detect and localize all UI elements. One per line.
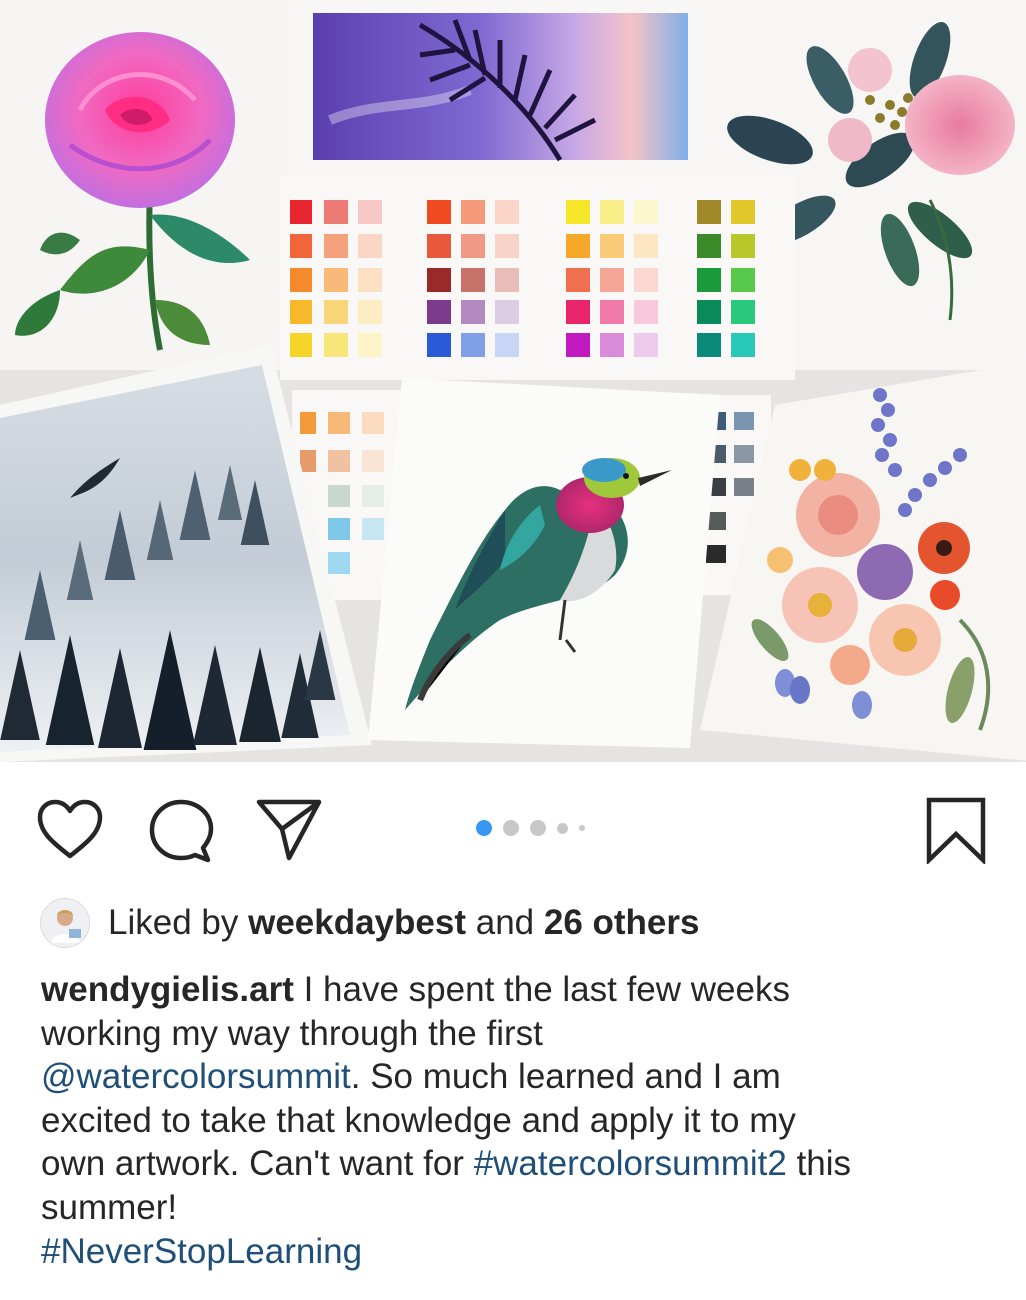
caption-mention-link[interactable]: @watercolorsummit: [41, 1057, 351, 1096]
color-swatch: [461, 268, 485, 292]
carousel-dot: [530, 820, 546, 836]
caption-text: summer!: [41, 1187, 178, 1227]
hummingbird-painting: [368, 378, 720, 748]
paper-plane-icon[interactable]: [255, 796, 323, 862]
color-swatch: [290, 200, 312, 224]
color-swatch: [495, 300, 519, 324]
color-swatch: [634, 200, 658, 224]
color-swatch: [634, 268, 658, 292]
color-swatch: [290, 300, 312, 324]
color-swatch: [566, 268, 590, 292]
color-swatch: [600, 200, 624, 224]
color-swatch: [600, 234, 624, 258]
palm-sunset-painting: [290, 0, 710, 190]
color-swatch: [731, 300, 755, 324]
caption-username[interactable]: wendygielis.art: [41, 970, 294, 1009]
color-swatch: [634, 300, 658, 324]
color-swatch: [427, 200, 451, 224]
color-swatch: [461, 234, 485, 258]
color-swatch: [427, 268, 451, 292]
carousel-dot: [557, 822, 568, 834]
rose-painting: [0, 0, 295, 370]
color-swatch: [495, 200, 519, 224]
color-swatch: [731, 268, 755, 292]
color-swatch: [461, 333, 485, 357]
color-swatch: [600, 333, 624, 357]
carousel-dots: [476, 820, 596, 836]
color-swatch: [566, 333, 590, 357]
caption-hashtag-link[interactable]: #watercolorsummit2: [474, 1144, 787, 1183]
color-swatch: [697, 300, 721, 324]
color-swatch: [358, 268, 382, 292]
bookmark-icon[interactable]: [924, 796, 988, 864]
likes-middle: and: [466, 903, 544, 942]
color-swatch: [600, 268, 624, 292]
color-swatch: [461, 300, 485, 324]
carousel-dot-active: [476, 820, 492, 836]
color-swatch: [634, 234, 658, 258]
likes-summary: Liked by weekdaybest and 26 others: [108, 898, 699, 948]
carousel-dot: [579, 825, 585, 831]
color-swatch: [324, 200, 348, 224]
color-swatch: [731, 234, 755, 258]
post-action-bar: [0, 788, 1026, 868]
color-swatch: [731, 333, 755, 357]
color-swatch: [324, 333, 348, 357]
post-photo[interactable]: [0, 0, 1026, 762]
caption-text: excited to take that knowledge and apply…: [41, 1100, 796, 1140]
post-caption: wendygielis.art I have spent the last fe…: [41, 968, 991, 1273]
color-swatch: [358, 300, 382, 324]
color-swatch-chart: [280, 175, 795, 380]
color-swatch: [324, 300, 348, 324]
color-swatch: [634, 333, 658, 357]
color-swatch: [290, 268, 312, 292]
color-swatch: [697, 333, 721, 357]
color-swatch: [427, 333, 451, 357]
caption-text: . So much learned and I am: [350, 1057, 781, 1097]
heart-icon[interactable]: [36, 798, 104, 862]
color-swatch: [566, 234, 590, 258]
avatar[interactable]: [40, 898, 90, 948]
color-swatch: [324, 234, 348, 258]
color-swatch: [324, 268, 348, 292]
color-swatch: [731, 200, 755, 224]
color-swatch: [697, 268, 721, 292]
caption-text: this: [786, 1144, 852, 1184]
color-swatch: [358, 200, 382, 224]
color-swatch: [290, 333, 312, 357]
caption-text: own artwork. Can't want for: [41, 1144, 474, 1184]
color-swatch: [495, 234, 519, 258]
likes-row: Liked by weekdaybest and 26 others: [40, 898, 699, 948]
color-swatch: [358, 333, 382, 357]
color-swatch: [358, 234, 382, 258]
color-swatch: [495, 333, 519, 357]
caption-text: I have spent the last few weeks: [293, 970, 790, 1009]
color-swatch: [600, 300, 624, 324]
color-swatch: [427, 300, 451, 324]
color-swatch: [427, 234, 451, 258]
caption-text: working my way through the first: [41, 1013, 543, 1053]
likes-prefix: Liked by: [108, 903, 249, 942]
color-swatch: [566, 200, 590, 224]
color-swatch: [495, 268, 519, 292]
comment-bubble-icon[interactable]: [148, 798, 214, 864]
color-swatch: [566, 300, 590, 324]
color-swatch: [697, 200, 721, 224]
likes-others-count[interactable]: 26 others: [544, 903, 700, 942]
color-swatch: [461, 200, 485, 224]
caption-hashtag-link[interactable]: #NeverStopLearning: [41, 1232, 362, 1271]
carousel-dot: [503, 820, 519, 836]
liker-username[interactable]: weekdaybest: [248, 903, 466, 942]
color-swatch: [697, 234, 721, 258]
color-swatch: [290, 234, 312, 258]
